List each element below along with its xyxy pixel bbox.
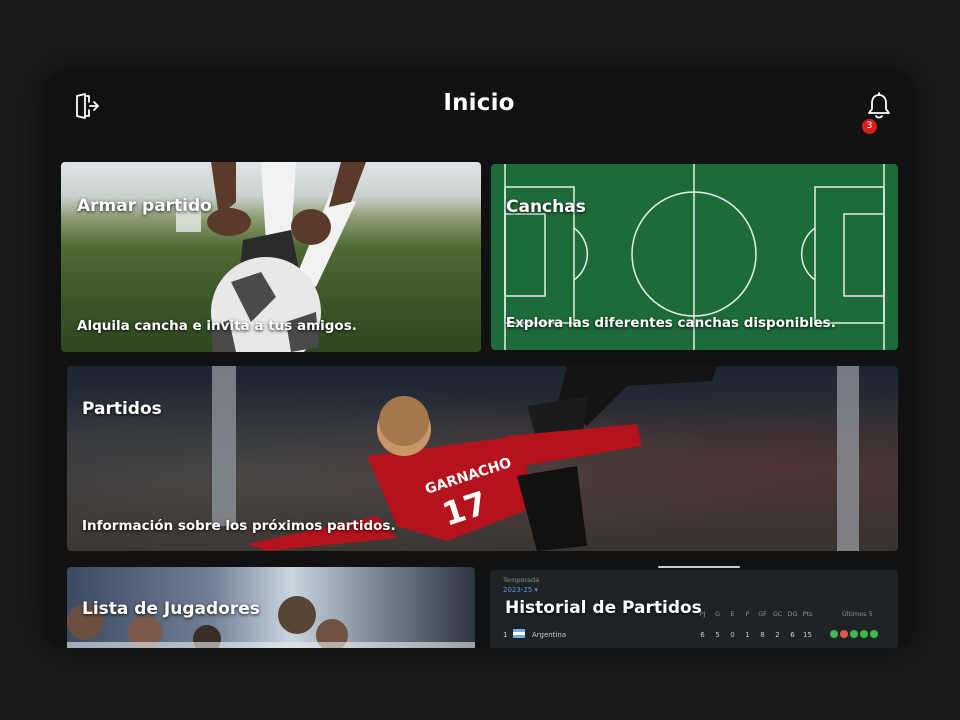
card-canchas[interactable]: Canchas Explora las diferentes canchas d… [491, 164, 898, 350]
season-label: Temporada [503, 576, 540, 584]
argentina-flag-icon [513, 629, 525, 638]
season-select[interactable]: 2023-25 ▾ [503, 586, 538, 594]
table-row[interactable]: 1 Argentina 6 5 0 1 8 2 6 15 [503, 629, 888, 643]
win-icon [850, 630, 858, 638]
win-icon [830, 630, 838, 638]
app-screen: Inicio 3 Armar partido Alquila cancha e … [44, 70, 914, 648]
notifications-button[interactable] [866, 92, 892, 120]
card-description: Información sobre los próximos partidos. [82, 518, 396, 534]
loss-icon [840, 630, 848, 638]
card-title: Partidos [82, 399, 162, 419]
row-stats: 6 5 0 1 8 2 6 15 [700, 631, 812, 639]
card-title: Lista de Jugadores [82, 599, 260, 619]
header: Inicio 3 [44, 70, 914, 150]
card-title: Canchas [506, 197, 586, 217]
page-title: Inicio [443, 90, 515, 116]
last-five-header: Últimos 5 [842, 610, 873, 618]
card-description: Explora las diferentes canchas disponibl… [506, 315, 836, 331]
scroll-indicator[interactable] [658, 566, 740, 568]
win-icon [860, 630, 868, 638]
card-lista-jugadores[interactable]: Lista de Jugadores [67, 567, 475, 648]
card-title: Armar partido [77, 196, 212, 216]
card-partidos[interactable]: GARNACHO 17 Partidos Información sobre l… [67, 366, 898, 551]
notification-badge: 3 [862, 119, 877, 134]
row-position: 1 [503, 631, 508, 639]
last-five-results [830, 630, 880, 640]
win-icon [870, 630, 878, 638]
team-name: Argentina [532, 631, 567, 639]
card-title: Historial de Partidos [505, 598, 702, 618]
bell-icon [868, 92, 890, 119]
card-description: Alquila cancha e invita a tus amigos. [77, 318, 357, 334]
standings-header: PJ G E P GF GC DG Pts [699, 610, 813, 618]
card-historial-partidos[interactable]: Temporada 2023-25 ▾ PJ G E P GF GC DG Pts Últim… [490, 570, 898, 648]
card-armar-partido[interactable]: Armar partido Alquila cancha e invita a … [61, 162, 481, 352]
